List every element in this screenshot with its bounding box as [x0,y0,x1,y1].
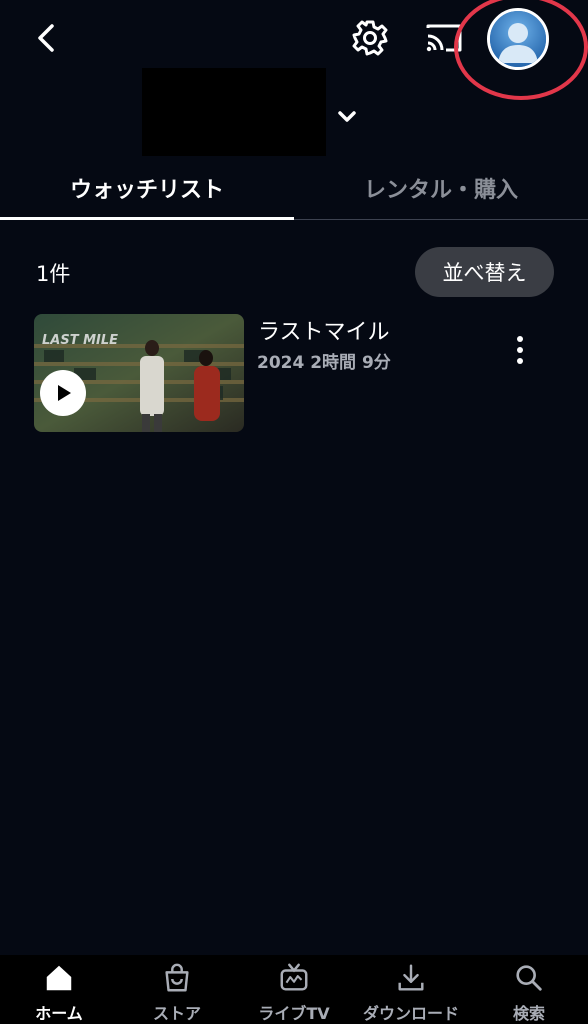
shopping-bag-icon [165,963,189,992]
active-tab-indicator [0,217,294,220]
tv-icon [280,963,308,991]
nav-home-label: ホーム [35,1004,83,1023]
tab-rental-purchase-label: レンタル・購入 [363,178,518,203]
nav-home[interactable]: ホーム [12,958,106,1024]
profile-switch-button[interactable] [332,102,362,132]
more-vertical-icon-dot [517,336,523,342]
svg-text:LAST MILE: LAST MILE [42,333,118,348]
chevron-down-icon [338,111,356,122]
home-icon [46,965,72,991]
nav-live-tv-label: ライブTV [258,1004,330,1023]
movie-meta: 2024 2時間 9分 [257,353,391,373]
tab-watchlist[interactable]: ウォッチリスト [0,160,294,216]
user-avatar-icon [490,11,546,67]
nav-search[interactable]: 検索 [484,958,574,1024]
sort-button-label: 並べ替え [442,261,527,285]
nav-store[interactable]: ストア [130,958,224,1024]
more-vertical-icon-dot [517,358,523,364]
nav-live-tv[interactable]: ライブTV [244,958,344,1024]
tab-rental-purchase[interactable]: レンタル・購入 [294,160,588,216]
download-icon [398,964,424,991]
profile-name-redacted [142,68,326,156]
cast-button[interactable] [422,18,466,58]
nav-store-label: ストア [152,1004,201,1023]
gear-icon [352,20,388,56]
search-icon [516,965,542,991]
nav-downloads[interactable]: ダウンロード [352,958,470,1024]
play-icon [58,385,71,401]
tab-watchlist-label: ウォッチリスト [69,178,224,203]
profile-avatar-button[interactable] [487,8,549,70]
play-button[interactable] [40,370,86,416]
sort-button[interactable]: 並べ替え [415,247,554,297]
nav-search-label: 検索 [512,1004,545,1023]
cast-icon [426,24,462,52]
back-button[interactable] [28,18,68,58]
more-vertical-icon-dot [517,347,523,353]
nav-downloads-label: ダウンロード [362,1004,459,1023]
more-options-button[interactable] [505,330,535,370]
chevron-left-icon [38,24,54,52]
movie-title[interactable]: ラストマイル [258,314,390,346]
settings-button[interactable] [348,16,392,60]
item-count: 1件 [36,262,71,286]
